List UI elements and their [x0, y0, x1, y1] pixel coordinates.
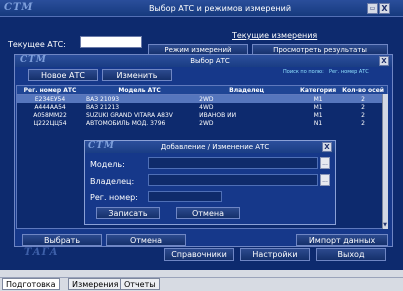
model-input[interactable] [148, 157, 318, 169]
edit-dialog-title: Добавление / Изменение АТС [160, 143, 270, 151]
new-ats-button[interactable]: Новое АТС [28, 69, 98, 81]
table-row[interactable]: А058ММ22 SUZUKI GRAND VITARA A83V ИВАНОВ… [17, 111, 387, 119]
exit-button[interactable]: Выход [316, 248, 386, 261]
table-header: Рег. номер АТС Модель АТС Владелец Катег… [17, 86, 387, 95]
model-browse-button[interactable]: ... [320, 157, 330, 169]
table-row[interactable]: Е234ЕУ54 ВАЗ 21093 2WD M1 2 [17, 94, 387, 103]
search-label: Поиск по полю: [283, 69, 324, 75]
owner-label: Владелец: [90, 177, 135, 186]
references-button[interactable]: Справочники [164, 248, 234, 261]
select-dialog-title: Выбор АТС [190, 57, 230, 65]
column-owner[interactable]: Владелец [196, 86, 297, 95]
column-reg-number[interactable]: Рег. номер АТС [17, 86, 84, 95]
table-row[interactable]: А444АА54 ВАЗ 21213 4WD M1 2 [17, 103, 387, 111]
table-scrollbar[interactable] [382, 94, 388, 229]
edit-ats-button[interactable]: Изменить [102, 69, 172, 81]
main-logo: СТМ [4, 2, 34, 13]
tab-measurements[interactable]: Измерения [68, 278, 123, 290]
reg-number-input[interactable] [148, 191, 222, 202]
main-title: Выбор АТС и режимов измерений [148, 4, 292, 13]
save-button[interactable]: Записать [96, 207, 160, 219]
column-category[interactable]: Категория [297, 86, 340, 95]
edit-dialog-close-button[interactable]: X [322, 142, 332, 152]
main-restore-button[interactable]: ▭ [367, 3, 378, 14]
model-label: Модель: [90, 160, 125, 169]
reg-number-label: Рег. номер: [90, 193, 138, 202]
edit-dialog-logo: СТМ [88, 141, 115, 151]
column-axles[interactable]: Кол-во осей [339, 86, 387, 95]
select-dialog-close-button[interactable]: X [379, 56, 389, 66]
current-measurements-link[interactable]: Текущие измерения [232, 31, 317, 40]
owner-browse-button[interactable]: ... [320, 174, 330, 186]
bottom-brand-logo: ТАГА [24, 247, 59, 258]
select-button[interactable]: Выбрать [22, 234, 102, 246]
close-icon: X [324, 143, 330, 151]
current-ats-label: Текущее АТС: [8, 40, 66, 49]
status-tab-bar [0, 277, 403, 291]
column-model[interactable]: Модель АТС [83, 86, 197, 95]
close-icon: X [381, 57, 387, 65]
select-cancel-button[interactable]: Отмена [106, 234, 186, 246]
tab-reports[interactable]: Отчеты [120, 278, 160, 290]
tab-preparation[interactable]: Подготовка [2, 278, 60, 290]
table-row[interactable]: Ц222ЦЦ54 АВТОМОБИЛЬ МОД. 3796 2WD N1 2 [17, 119, 387, 127]
close-icon: X [381, 4, 388, 13]
select-dialog-logo: СТМ [20, 55, 47, 65]
search-field-value[interactable]: Рег. номер АТС [329, 69, 369, 75]
import-data-button[interactable]: Импорт данных [296, 234, 388, 246]
owner-input[interactable] [148, 174, 318, 186]
main-close-button[interactable]: X [379, 3, 390, 14]
settings-button[interactable]: Настройки [240, 248, 310, 261]
current-ats-field[interactable] [80, 36, 142, 48]
edit-cancel-button[interactable]: Отмена [176, 207, 240, 219]
scroll-down-arrow-icon[interactable]: ▼ [382, 222, 388, 229]
